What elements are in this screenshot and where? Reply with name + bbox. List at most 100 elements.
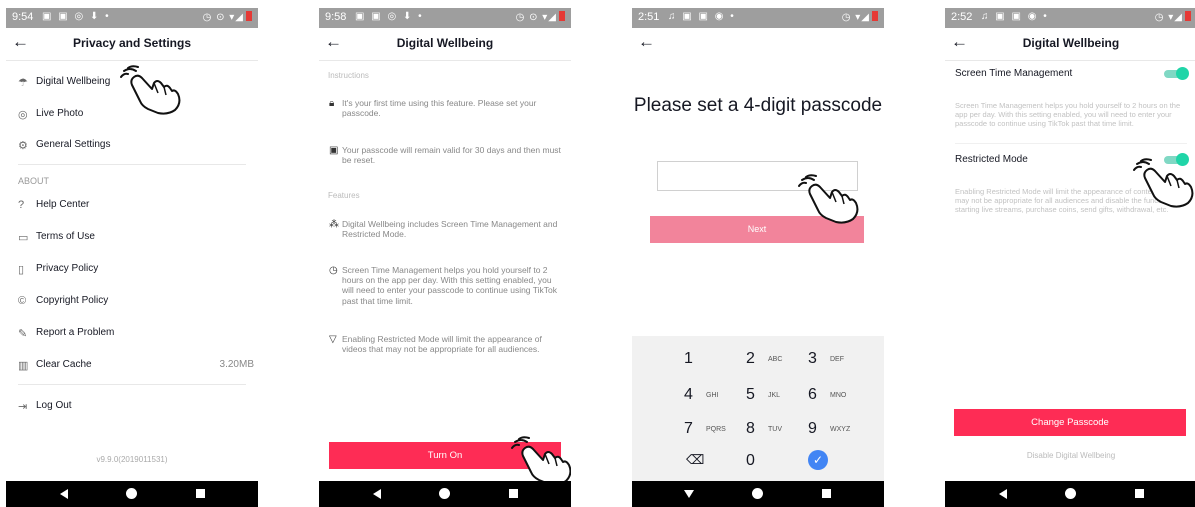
nav-back-icon[interactable] — [373, 489, 381, 499]
page-title: Digital Wellbeing — [1022, 36, 1120, 50]
key-letters: MNO — [830, 392, 847, 399]
numeric-keypad: 1 2 ABC 3 DEF 4 GHI 5 JKL 6 MNO 7 PQRS 8 TUV 9 W… — [632, 336, 884, 481]
digital-wellbeing-settings-screen: 2:52 ♫ ▣ ▣ ◉ • ◷ ▾◢ ← Digital Wellbeing … — [945, 8, 1195, 507]
item-label: Report a Problem — [36, 327, 115, 338]
status-bar: 2:52 ♫ ▣ ▣ ◉ • ◷ ▾◢ — [945, 8, 1195, 28]
backspace-key[interactable]: ⌫ — [686, 452, 746, 476]
backspace-icon: ⌫ — [686, 452, 705, 467]
settings-item-help-center[interactable]: ? Help Center — [18, 198, 254, 218]
digital-wellbeing-intro-screen: 9:58 ▣ ▣ ◎ ⬇ • ◷ ⊙ ▾◢ ← Digital Wellbein… — [319, 8, 571, 507]
system-icons: ◷ ▾◢ — [1155, 11, 1191, 23]
filter-icon: ▽ — [329, 334, 337, 345]
status-time: 2:52 — [951, 11, 973, 23]
disable-digital-wellbeing-link[interactable]: Disable Digital Wellbeing — [945, 451, 1195, 460]
key-number: 9 — [808, 420, 817, 437]
key-letters: JKL — [768, 392, 781, 399]
live-photo-icon: ◎ — [18, 109, 28, 121]
calendar-icon: ▣ — [329, 145, 339, 156]
key-5[interactable]: 5 JKL — [746, 386, 806, 410]
item-label: Digital Wellbeing — [36, 76, 111, 87]
screen-time-description: Screen Time Management helps you hold yo… — [955, 101, 1181, 128]
pointing-hand-icon — [1131, 158, 1195, 208]
key-0[interactable]: 0 — [746, 452, 806, 476]
nav-recent-icon[interactable] — [196, 489, 205, 498]
done-check-icon[interactable]: ✓ — [808, 450, 828, 470]
nav-home-icon[interactable] — [126, 488, 137, 499]
nav-home-icon[interactable] — [752, 488, 763, 499]
item-label: Privacy Policy — [36, 263, 99, 274]
change-passcode-button[interactable]: Change Passcode — [954, 409, 1186, 436]
nav-recent-icon[interactable] — [509, 489, 518, 498]
privacy-doc-icon: ▯ — [18, 264, 25, 276]
app-version: v9.9.0(2019011531) — [96, 455, 168, 464]
settings-item-privacy-policy[interactable]: ▯ Privacy Policy — [18, 262, 254, 282]
settings-item-copyright[interactable]: © Copyright Policy — [18, 294, 254, 314]
settings-item-logout[interactable]: ⇥ Log Out — [18, 399, 254, 419]
key-number: 4 — [684, 386, 693, 403]
settings-item-report-problem[interactable]: ✎ Report a Problem — [18, 326, 254, 346]
divider — [6, 60, 258, 61]
settings-item-terms[interactable]: ▭ Terms of Use — [18, 230, 254, 250]
feature-item: ⁂ Digital Wellbeing includes Screen Time… — [329, 219, 561, 239]
nav-back-icon[interactable] — [60, 489, 68, 499]
key-number: 5 — [746, 386, 755, 403]
divider — [945, 60, 1195, 61]
hierarchy-icon: ⁂ — [329, 219, 339, 230]
pointing-hand-icon — [118, 65, 182, 115]
nav-hide-keyboard-icon[interactable] — [684, 490, 694, 498]
status-bar: 2:51 ♫ ▣ ▣ ◉ • ◷ ▾◢ — [632, 8, 884, 28]
item-label: Copyright Policy — [36, 295, 109, 306]
nav-recent-icon[interactable] — [1135, 489, 1144, 498]
trash-icon: ▥ — [18, 360, 29, 372]
settings-item-general[interactable]: ⚙ General Settings — [18, 138, 254, 158]
key-1[interactable]: 1 — [684, 350, 744, 374]
back-arrow-icon[interactable]: ← — [638, 32, 655, 52]
status-bar: 9:58 ▣ ▣ ◎ ⬇ • ◷ ⊙ ▾◢ — [319, 8, 571, 28]
key-2[interactable]: 2 ABC — [746, 350, 806, 374]
section-header-about: ABOUT — [18, 176, 50, 186]
settings-item-clear-cache[interactable]: ▥ Clear Cache 3.20MB — [18, 358, 254, 378]
divider — [955, 143, 1187, 144]
nav-recent-icon[interactable] — [822, 489, 831, 498]
screen-time-toggle[interactable] — [1164, 67, 1189, 80]
key-3[interactable]: 3 DEF — [808, 350, 868, 374]
nav-back-icon[interactable] — [999, 489, 1007, 499]
status-bar: 9:54 ▣ ▣ ◎ ⬇ • ◷ ⊙ ▾◢ — [6, 8, 258, 28]
key-number: 6 — [808, 386, 817, 403]
item-label: Live Photo — [36, 108, 84, 119]
app-header: ← — [632, 28, 884, 60]
gear-icon: ⚙ — [18, 140, 28, 152]
key-6[interactable]: 6 MNO — [808, 386, 868, 410]
key-letters: GHI — [706, 392, 719, 399]
status-time: 9:54 — [12, 11, 34, 23]
key-8[interactable]: 8 TUV — [746, 420, 806, 444]
key-number: 0 — [746, 452, 755, 469]
item-label: Terms of Use — [36, 231, 95, 242]
nav-home-icon[interactable] — [439, 488, 450, 499]
restricted-mode-label: Restricted Mode — [955, 154, 1028, 165]
android-nav-bar — [319, 481, 571, 507]
pencil-icon: ✎ — [18, 328, 28, 340]
item-label: Help Center — [36, 199, 90, 210]
key-4[interactable]: 4 GHI — [684, 386, 744, 410]
item-label: Clear Cache — [36, 359, 92, 370]
lock-icon: 🔒︎ — [329, 98, 335, 109]
key-9[interactable]: 9 WXYZ — [808, 420, 868, 444]
item-label: General Settings — [36, 139, 111, 150]
divider — [319, 60, 571, 61]
key-letters: TUV — [768, 426, 782, 433]
pointing-hand-icon — [796, 174, 860, 224]
item-label: Log Out — [36, 400, 72, 411]
android-nav-bar — [632, 481, 884, 507]
nav-home-icon[interactable] — [1065, 488, 1076, 499]
feature-item: ▽ Enabling Restricted Mode will limit th… — [329, 334, 561, 354]
key-letters: WXYZ — [830, 426, 851, 433]
android-nav-bar — [945, 481, 1195, 507]
document-icon: ▭ — [18, 232, 29, 244]
feature-text: Digital Wellbeing includes Screen Time M… — [342, 219, 558, 240]
status-time: 2:51 — [638, 11, 660, 23]
key-7[interactable]: 7 PQRS — [684, 420, 744, 444]
feature-item: ◷ Screen Time Management helps you hold … — [329, 265, 561, 306]
system-icons: ◷ ▾◢ — [842, 11, 878, 23]
key-number: 3 — [808, 350, 817, 367]
